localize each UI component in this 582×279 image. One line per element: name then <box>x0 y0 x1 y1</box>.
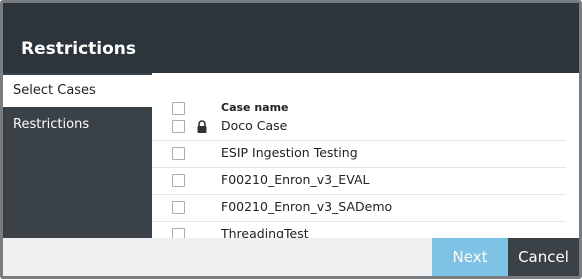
table-header: Case name <box>152 100 579 120</box>
case-name: ThreadingTest <box>221 226 309 238</box>
lock-icon <box>197 120 207 133</box>
row-checkbox[interactable] <box>172 147 185 160</box>
row-checkbox[interactable] <box>172 201 185 214</box>
table-row[interactable]: ESIP Ingestion Testing <box>152 141 566 168</box>
case-list-panel: Doco Case ESIP Ingestion Testing F00210_… <box>152 73 579 238</box>
sidebar: Select Cases Restrictions <box>3 73 152 238</box>
dialog-footer: Next Cancel <box>3 238 579 276</box>
cancel-button[interactable]: Cancel <box>508 238 579 276</box>
next-button[interactable]: Next <box>432 238 508 276</box>
case-name-column-header[interactable]: Case name <box>221 101 289 114</box>
dialog-header: Restrictions <box>3 3 579 73</box>
table-row[interactable]: F00210_Enron_v3_SADemo <box>152 195 566 222</box>
row-checkbox[interactable] <box>172 174 185 187</box>
case-name: F00210_Enron_v3_SADemo <box>221 199 393 214</box>
row-checkbox[interactable] <box>172 228 185 238</box>
sidebar-item-restrictions[interactable]: Restrictions <box>3 109 152 141</box>
select-all-checkbox[interactable] <box>172 102 185 115</box>
table-row[interactable]: ThreadingTest <box>152 222 566 238</box>
case-name: F00210_Enron_v3_EVAL <box>221 172 370 187</box>
restrictions-dialog: Restrictions Select Cases Restrictions D… <box>0 0 582 279</box>
table-row[interactable]: F00210_Enron_v3_EVAL <box>152 168 566 195</box>
row-checkbox[interactable] <box>172 120 185 133</box>
dialog-title: Restrictions <box>21 39 137 59</box>
sidebar-item-select-cases[interactable]: Select Cases <box>3 75 152 107</box>
case-name: ESIP Ingestion Testing <box>221 145 358 160</box>
case-name: Doco Case <box>221 118 288 133</box>
